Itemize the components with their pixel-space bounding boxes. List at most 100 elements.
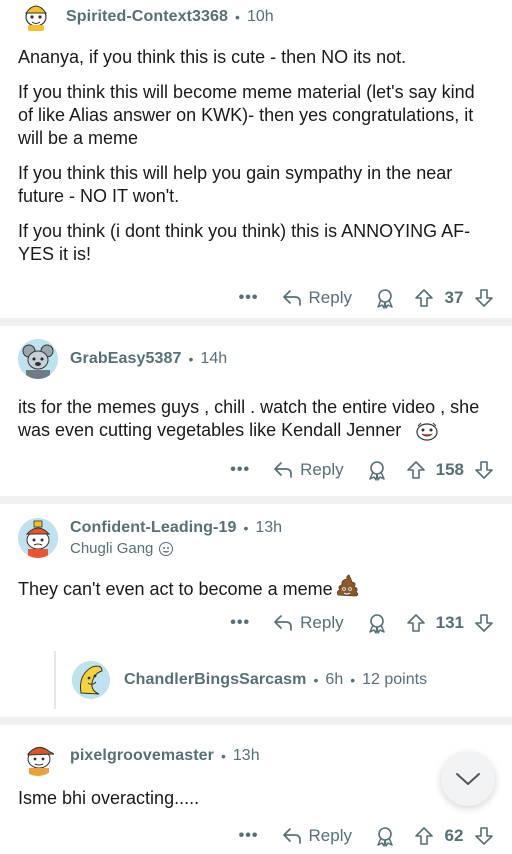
user-flair: Chugli Gang [70, 540, 282, 557]
award-button[interactable] [374, 825, 396, 847]
sticker-emoji-icon [414, 420, 440, 442]
comment-divider [0, 318, 512, 326]
timestamp: 13h [255, 519, 283, 537]
timestamp: 6h [325, 671, 344, 689]
downvote-icon[interactable] [474, 460, 494, 480]
snoo-headgear-avatar-icon [18, 518, 58, 559]
vote-controls: 62 [414, 826, 494, 846]
points-count: 12 points [362, 671, 428, 689]
downvote-icon[interactable] [474, 613, 494, 633]
comment-body: Isme bhi overacting..... [18, 777, 494, 810]
comment: GrabEasy5387 • 14h its for the memes guy… [0, 326, 512, 490]
comment-body: Ananya, if you think this is cute - then… [18, 34, 494, 266]
separator: • [350, 672, 356, 689]
comment-text: If you think (i dont think you think) th… [18, 221, 471, 264]
separator: • [235, 9, 240, 25]
comment-text: its for the memes guys , chill . watch t… [18, 396, 494, 442]
reply-label: Reply [300, 460, 344, 480]
snoo-avatar-icon [19, 0, 53, 32]
comment-header: pixelgroovemaster • 13h [18, 735, 494, 777]
reply-label: Reply [308, 826, 352, 846]
reply-button[interactable]: Reply [282, 826, 352, 846]
koala-avatar-icon [18, 339, 58, 379]
flair-text: Chugli Gang [70, 540, 154, 558]
award-icon [368, 614, 385, 634]
comment: Confident-Leading-19 • 13h Chugli Gang T… [0, 504, 512, 710]
comment-text-content: They can't even act to become a meme [18, 579, 333, 600]
vote-score: 62 [444, 826, 464, 846]
timestamp: 13h [232, 747, 260, 765]
comment-actions: ••• Reply 37 [18, 278, 494, 318]
snoo-cap-avatar-icon [18, 736, 58, 777]
username[interactable]: Spirited-Context3368 [66, 8, 228, 26]
comment-header: Spirited-Context3368 • 10h [18, 0, 494, 34]
comment: pixelgroovemaster • 13h Isme bhi overact… [0, 725, 512, 854]
award-icon [377, 289, 393, 309]
reply-button[interactable]: Reply [273, 460, 344, 480]
comment: Spirited-Context3368 • 10h Ananya, if yo… [0, 0, 512, 318]
comment-header: Confident-Leading-19 • 13h Chugli Gang [18, 514, 494, 562]
poop-emoji-icon [334, 574, 360, 598]
vote-controls: 131 [406, 613, 494, 633]
vote-score: 131 [435, 613, 464, 633]
upvote-icon[interactable] [406, 460, 426, 480]
separator: • [313, 672, 319, 689]
avatar[interactable] [18, 518, 58, 559]
comment-text: If you think this will become meme mater… [18, 82, 475, 148]
flair-emoji-icon [159, 541, 174, 556]
more-options-button[interactable]: ••• [234, 827, 264, 845]
username[interactable]: pixelgroovemaster [70, 747, 214, 765]
award-button[interactable] [366, 459, 388, 481]
reply-arrow-icon [274, 462, 293, 479]
comment-body: its for the memes guys , chill . watch t… [18, 380, 494, 442]
comment-actions: ••• Reply 131 [18, 603, 494, 643]
collapsed-reply[interactable]: ChandlerBingsSarcasm • 6h • 12 points [54, 651, 494, 710]
award-icon [377, 827, 393, 847]
comment-actions: ••• Reply 158 [18, 450, 494, 490]
award-button[interactable] [366, 612, 388, 634]
reply-arrow-icon [282, 290, 301, 306]
comment-feed: Spirited-Context3368 • 10h Ananya, if yo… [0, 0, 512, 854]
vote-score: 158 [435, 460, 464, 480]
username[interactable]: ChandlerBingsSarcasm [124, 671, 307, 689]
reply-arrow-icon [274, 615, 293, 632]
reply-button[interactable]: Reply [273, 613, 344, 633]
reply-arrow-icon [282, 828, 301, 845]
downvote-icon[interactable] [474, 826, 494, 846]
more-options-button[interactable]: ••• [225, 614, 255, 632]
username[interactable]: Confident-Leading-19 [70, 519, 236, 537]
comment-header: GrabEasy5387 • 14h [18, 338, 494, 380]
separator: • [188, 351, 194, 367]
chevron-down-icon [456, 773, 480, 785]
vote-controls: 158 [406, 460, 494, 480]
reply-button[interactable]: Reply [282, 288, 352, 308]
upvote-icon[interactable] [414, 288, 434, 308]
separator: • [220, 748, 226, 765]
award-button[interactable] [374, 287, 396, 309]
reply-label: Reply [300, 613, 344, 633]
banana-avatar-icon [72, 661, 110, 700]
separator: • [243, 520, 249, 537]
vote-score: 37 [444, 288, 464, 307]
comment-text: If you think this will help you gain sym… [18, 163, 453, 206]
comment-actions: ••• Reply 62 [18, 816, 494, 854]
more-options-button[interactable]: ••• [234, 289, 264, 307]
comment-text: Isme bhi overacting..... [18, 788, 200, 809]
comment-text: Ananya, if you think this is cute - then… [18, 47, 407, 67]
vote-controls: 37 [414, 288, 494, 308]
comment-body: They can't even act to become a meme [18, 562, 494, 601]
upvote-icon[interactable] [414, 826, 434, 846]
comment-text: They can't even act to become a meme [18, 574, 494, 601]
comment-text-content: its for the memes guys , chill . watch t… [18, 397, 480, 440]
avatar[interactable] [18, 0, 54, 33]
downvote-icon[interactable] [474, 288, 494, 308]
timestamp: 10h [246, 8, 274, 25]
username[interactable]: GrabEasy5387 [70, 350, 182, 368]
comment-divider [0, 717, 512, 726]
scroll-next-comment-button[interactable] [441, 752, 495, 806]
avatar[interactable] [18, 339, 58, 379]
avatar[interactable] [18, 736, 58, 777]
more-options-button[interactable]: ••• [225, 461, 255, 479]
avatar[interactable] [72, 661, 110, 700]
upvote-icon[interactable] [406, 613, 426, 633]
